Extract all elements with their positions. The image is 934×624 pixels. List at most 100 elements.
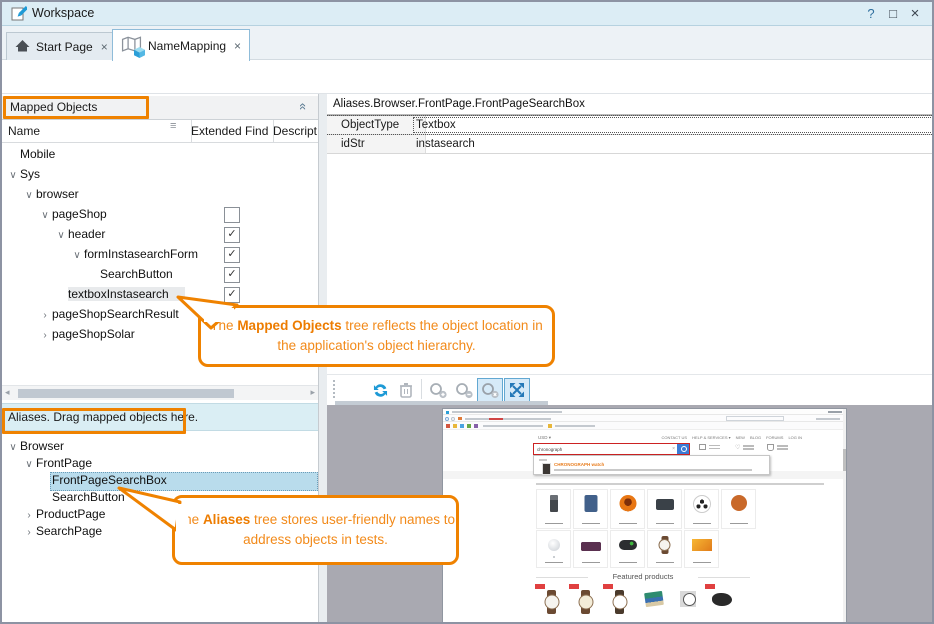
expander[interactable]: › <box>38 326 52 346</box>
wishlist-icon: ♡ <box>735 444 754 451</box>
suggestion-thumbnail <box>542 463 551 475</box>
category-gaming <box>610 530 645 568</box>
annotation-box-aliases <box>2 408 186 434</box>
featured-watch <box>604 584 635 622</box>
property-row[interactable]: ObjectType Textbox <box>327 115 934 135</box>
close-button[interactable]: × <box>906 5 924 23</box>
tab-start-page[interactable]: Start Page × <box>6 32 117 60</box>
mini-favorites-bar <box>443 422 846 430</box>
toolbar-grip[interactable] <box>333 380 336 398</box>
compare-products-icon <box>699 444 720 450</box>
suggestion-title: CHRONOGRAPH watch <box>554 462 604 467</box>
actual-size-button[interactable] <box>477 378 503 402</box>
expander[interactable]: ∨ <box>22 456 36 473</box>
window-title: Workspace <box>32 6 94 20</box>
mini-search-button <box>677 444 689 454</box>
featured-cards <box>638 584 669 622</box>
scrollbar-thumb[interactable] <box>18 389 234 398</box>
property-value[interactable]: instasearch <box>412 135 934 153</box>
extended-find-checkbox[interactable]: ✓ <box>224 227 240 243</box>
mini-addressbar <box>443 415 846 422</box>
expander[interactable]: ∨ <box>54 226 68 246</box>
category-ball <box>536 530 571 568</box>
maximize-button[interactable]: □ <box>884 5 902 23</box>
refresh-image-button[interactable] <box>367 378 393 402</box>
workspace-window: Workspace ? □ × Start Page × NameMapping… <box>0 0 934 624</box>
category-giftcards <box>684 530 719 568</box>
property-row[interactable]: idStr instasearch <box>327 135 934 154</box>
alias-row-browser[interactable]: ∨Browser <box>2 438 318 455</box>
tab-label: Start Page <box>36 40 93 54</box>
category-watches <box>647 530 682 568</box>
column-extended-find[interactable]: Extended Find <box>185 120 274 143</box>
callout-aliases: The Aliases tree stores user-friendly na… <box>172 495 459 565</box>
mini-search-value: chronograph <box>537 447 562 452</box>
tab-close-icon[interactable]: × <box>101 40 108 54</box>
extended-find-checkbox[interactable]: ✓ <box>224 267 240 283</box>
tree-row-mobile[interactable]: Mobile <box>2 144 318 164</box>
extended-find-checkbox[interactable] <box>224 207 240 223</box>
column-description[interactable]: Descript <box>267 120 324 143</box>
featured-products-heading: Featured products <box>536 572 750 581</box>
main-toolbar: Add Object... Edit... Refresh Highlight … <box>2 60 932 94</box>
workspace-icon <box>11 6 27 25</box>
tree-row-textboxinstasearch[interactable]: textboxInstasearch✓ <box>2 284 318 304</box>
tree-row-pageshop[interactable]: ∨pageShop <box>2 204 318 224</box>
tree-row-browser[interactable]: ∨browser <box>2 184 318 204</box>
annotation-box-mapped-objects <box>3 96 149 119</box>
tab-label: NameMapping <box>148 39 226 53</box>
title-bar: Workspace ? □ × <box>2 2 932 26</box>
category-bags <box>647 489 682 529</box>
help-button[interactable]: ? <box>862 5 880 23</box>
featured-watch <box>570 584 601 622</box>
mini-search-box: chronograph × <box>533 443 690 455</box>
alias-row-frontpage[interactable]: ∨FrontPage <box>2 455 318 472</box>
mini-search-suggestion: CHRONOGRAPH watch <box>533 455 770 475</box>
zoom-out-button[interactable] <box>451 378 477 402</box>
tree-row-searchbutton[interactable]: SearchButton✓ <box>2 264 318 284</box>
delete-image-button[interactable] <box>393 378 419 402</box>
fit-to-window-button[interactable] <box>504 378 530 402</box>
category-grid-row2 <box>536 530 719 568</box>
tree-row-header[interactable]: ∨header✓ <box>2 224 318 244</box>
cart-icon <box>767 444 788 451</box>
home-icon <box>15 39 30 55</box>
expander[interactable]: › <box>22 524 36 541</box>
expander[interactable]: ∨ <box>6 166 20 186</box>
property-value[interactable]: Textbox <box>412 116 934 134</box>
category-chair <box>610 489 645 529</box>
tree-row-forminstasearch[interactable]: ∨formInstasearchForm✓ <box>2 244 318 264</box>
sort-icon[interactable]: ≡ <box>170 120 176 132</box>
horizontal-scrollbar[interactable]: ◂ ▸ <box>2 385 318 400</box>
column-header-row: Name ≡ Extended Find Descript <box>2 120 318 143</box>
preview-toolbar <box>327 374 934 402</box>
mini-vertical-scrollbar <box>843 409 846 624</box>
column-name[interactable]: Name <box>2 120 192 143</box>
tab-namemapping[interactable]: NameMapping × <box>112 29 250 61</box>
tree-row-sys[interactable]: ∨Sys <box>2 164 318 184</box>
expander[interactable]: ∨ <box>22 186 36 206</box>
expander[interactable]: › <box>38 306 52 326</box>
callout-mapped-objects: The Mapped Objects tree reflects the obj… <box>198 305 555 367</box>
category-grid-row1 <box>536 489 756 529</box>
zoom-in-button[interactable] <box>425 378 451 402</box>
scroll-left-icon[interactable]: ◂ <box>5 387 10 398</box>
nav-links: CONTACT USHELP & SERVICES ▾NEWBLOGFORUMS… <box>661 435 802 440</box>
expander[interactable]: ∨ <box>6 439 20 456</box>
namemapping-icon <box>121 36 142 56</box>
expander[interactable]: ∨ <box>38 206 52 226</box>
featured-camera <box>706 584 737 622</box>
scroll-right-icon[interactable]: ▸ <box>310 387 315 398</box>
mapped-object-path: Aliases.Browser.FrontPage.FrontPageSearc… <box>333 98 585 110</box>
tab-close-icon[interactable]: × <box>234 39 241 53</box>
featured-watch-box <box>672 584 703 622</box>
extended-find-checkbox[interactable]: ✓ <box>224 247 240 263</box>
expander[interactable]: ∨ <box>70 246 84 266</box>
collapse-panel-icon[interactable]: « <box>296 103 311 110</box>
intro-paragraph-placeholder <box>536 483 824 485</box>
category-basketball <box>721 489 756 529</box>
category-jeans <box>573 489 608 529</box>
category-fashion <box>573 530 608 568</box>
featured-products-row <box>536 584 737 622</box>
expander[interactable]: › <box>22 507 36 524</box>
